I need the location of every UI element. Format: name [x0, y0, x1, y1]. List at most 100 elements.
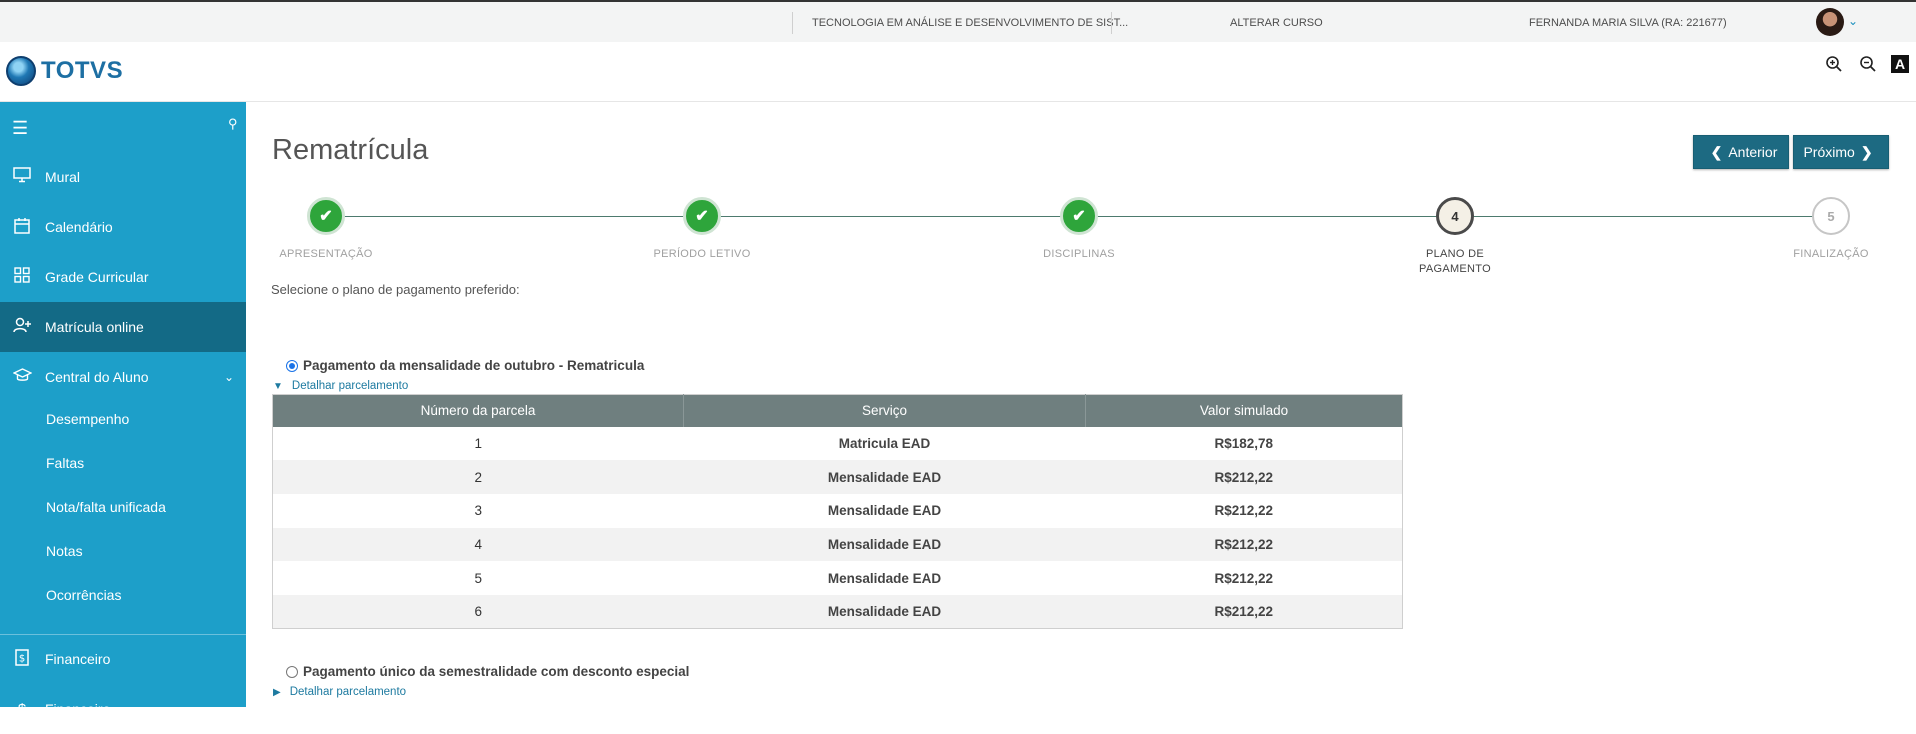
radio-unselected[interactable] — [286, 665, 298, 678]
detail-installments-link[interactable]: ▼ Detalhar parcelamento — [273, 380, 408, 392]
table-cell: R$212,22 — [1085, 460, 1403, 494]
column-header: Valor simulado — [1085, 394, 1403, 427]
next-label: Próximo — [1803, 144, 1855, 160]
column-header: Serviço — [683, 394, 1087, 427]
invoice-icon: $ — [12, 648, 32, 670]
table-row: 6 Mensalidade EAD R$212,22 — [272, 594, 1403, 629]
plan-option-single[interactable]: Pagamento único da semestralidade com de… — [286, 664, 689, 679]
next-button[interactable]: Próximo ❯ — [1793, 135, 1889, 169]
sidebar-item-label: Mural — [45, 169, 81, 185]
sidebar-subitem-faltas[interactable]: Faltas — [46, 455, 84, 471]
step-label: PLANO DE PAGAMENTO — [1419, 248, 1491, 275]
globe-icon — [6, 56, 36, 86]
calendar-icon — [12, 217, 32, 238]
table-row: 5 Mensalidade EAD R$212,22 — [273, 561, 1403, 595]
plan-option-label: Pagamento da mensalidade de outubro - Re… — [303, 358, 645, 373]
sidebar-subitem-ocorrencias[interactable]: Ocorrências — [46, 587, 121, 603]
detail-link-label: Detalhar parcelamento — [289, 686, 407, 698]
sidebar-item-financeiro[interactable]: $ Financeiro — [0, 634, 246, 684]
triangle-right-icon: ▶ — [273, 686, 281, 698]
chevron-down-icon[interactable]: ⌄ — [224, 370, 234, 384]
step-label: FINALIZAÇÃO — [1793, 248, 1869, 260]
user-name[interactable]: FERNANDA MARIA SILVA (RA: 221677) — [1529, 17, 1727, 29]
table-header-row: Número da parcela Serviço Valor simulado — [272, 394, 1403, 427]
chevron-down-icon[interactable]: ⌄ — [1848, 14, 1858, 28]
topbar-divider — [792, 12, 793, 34]
zoom-in-icon[interactable] — [1824, 54, 1844, 74]
table-cell: 1 — [474, 435, 483, 451]
sidebar-subitem-notas[interactable]: Notas — [46, 543, 83, 559]
detail-link-label: Detalhar parcelamento — [291, 380, 409, 392]
table-cell: Matricula EAD — [838, 435, 931, 451]
installments-table: Número da parcela Serviço Valor simulado… — [272, 394, 1403, 630]
table-row: 4 Mensalidade EAD R$212,22 — [272, 527, 1403, 562]
menu-icon[interactable]: ☰ — [12, 118, 28, 139]
detail-installments-link[interactable]: ▶ Detalhar parcelamento — [273, 686, 406, 698]
zoom-out-icon[interactable] — [1858, 54, 1878, 74]
topbar-divider — [1111, 12, 1112, 34]
table-cell: 6 — [272, 594, 684, 629]
table-row: 1 Matricula EAD R$182,78 — [273, 427, 1403, 461]
radio-selected[interactable] — [286, 359, 298, 372]
plan-option-label: Pagamento único da semestralidade com de… — [303, 664, 690, 679]
sidebar-item-label: Calendário — [45, 219, 113, 235]
graduation-cap-icon — [11, 367, 33, 387]
sidebar-item-label: Central do Aluno — [45, 369, 149, 385]
svg-text:$: $ — [19, 653, 25, 664]
page-title: Rematrícula — [272, 134, 429, 166]
avatar[interactable] — [1816, 8, 1844, 36]
monitor-icon — [12, 167, 32, 187]
previous-label: Anterior — [1728, 144, 1778, 160]
table-cell: Mensalidade EAD — [827, 503, 942, 519]
table-cell: R$212,22 — [1214, 570, 1274, 586]
chevron-right-icon: ❯ — [1860, 143, 1873, 160]
step-label: DISCIPLINAS — [1043, 248, 1115, 260]
triangle-down-icon: ▼ — [273, 380, 283, 392]
previous-button[interactable]: ❮ Anterior — [1693, 135, 1789, 169]
user-add-icon — [12, 317, 32, 337]
table-cell: Mensalidade EAD — [683, 460, 1086, 494]
chevron-left-icon: ❮ — [1710, 143, 1723, 160]
plan-option-monthly[interactable]: Pagamento da mensalidade de outubro - Re… — [286, 358, 644, 373]
table-cell: Mensalidade EAD — [683, 594, 1086, 629]
sidebar-item-matricula-online[interactable]: Matrícula online — [0, 302, 246, 352]
table-cell: R$212,22 — [1214, 503, 1274, 519]
table-row: 2 Mensalidade EAD R$212,22 — [272, 460, 1403, 494]
step-1-check[interactable]: ✔ — [307, 197, 345, 235]
table-cell: 5 — [474, 570, 483, 586]
step-4-current[interactable]: 4 — [1436, 197, 1474, 235]
sidebar-item-label: Financeiro — [45, 701, 111, 717]
step-2-check[interactable]: ✔ — [683, 197, 721, 235]
app-header: TOTVS A — [0, 42, 1916, 102]
column-header: Número da parcela — [272, 394, 685, 427]
sidebar-subitem-desempenho[interactable]: Desempenho — [46, 411, 129, 427]
sidebar-item-grade-curricular[interactable]: Grade Curricular — [0, 252, 246, 302]
table-cell: R$212,22 — [1085, 527, 1403, 562]
dollar-icon: $ — [17, 700, 27, 718]
step-3-check[interactable]: ✔ — [1060, 197, 1098, 235]
grid-icon — [12, 267, 32, 287]
contrast-icon[interactable]: A — [1891, 55, 1909, 73]
sidebar: ☰ ⚲ Mural Calendário Grade Curricular Ma… — [0, 102, 246, 718]
table-cell: 2 — [272, 460, 684, 494]
sidebar-item-central-do-aluno[interactable]: Central do Aluno ⌄ — [0, 352, 246, 402]
sidebar-item-calendario[interactable]: Calendário — [0, 202, 246, 252]
step-label: APRESENTAÇÃO — [279, 248, 373, 260]
table-row: 3 Mensalidade EAD R$212,22 — [273, 494, 1403, 528]
step-5-pending[interactable]: 5 — [1812, 197, 1850, 235]
brand-name: TOTVS — [41, 57, 124, 84]
pin-icon[interactable]: ⚲ — [228, 116, 238, 132]
totvs-logo[interactable]: TOTVS — [6, 56, 123, 86]
current-course[interactable]: TECNOLOGIA EM ANÁLISE E DESENVOLVIMENTO … — [812, 17, 1128, 29]
main-content: Rematrícula ❮ Anterior Próximo ❯ ✔ ✔ ✔ 4… — [246, 102, 1916, 707]
instruction-text: Selecione o plano de pagamento preferido… — [271, 282, 520, 297]
table-cell: R$182,78 — [1214, 435, 1274, 451]
table-cell: Mensalidade EAD — [827, 570, 942, 586]
sidebar-item-label: Matrícula online — [45, 319, 144, 335]
table-cell: Mensalidade EAD — [683, 527, 1086, 562]
change-course-link[interactable]: ALTERAR CURSO — [1230, 17, 1323, 29]
table-cell: 3 — [474, 503, 483, 519]
sidebar-item-mural[interactable]: Mural — [0, 152, 246, 202]
sidebar-subitem-nota-falta[interactable]: Nota/falta unificada — [46, 499, 166, 515]
sidebar-item-financeiro-2[interactable]: $ Financeiro — [0, 684, 246, 734]
